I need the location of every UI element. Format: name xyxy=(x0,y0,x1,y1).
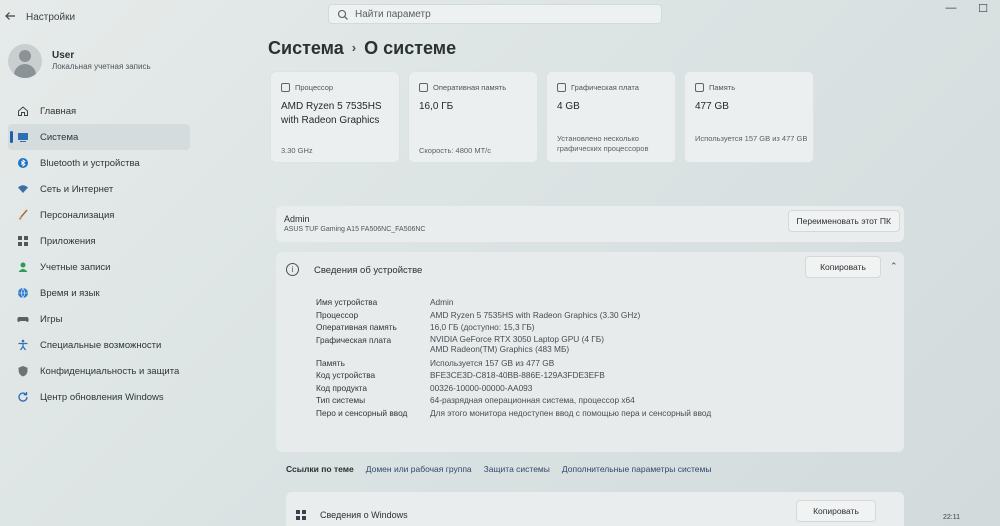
sidebar-item-time-language[interactable]: Время и язык xyxy=(8,280,190,306)
device-specs-panel: i Сведения об устройстве Копировать ⌃ Им… xyxy=(276,252,904,452)
user-account-type: Локальная учетная запись xyxy=(52,62,151,71)
related-links: Ссылки по теме Домен или рабочая группа … xyxy=(286,464,711,474)
device-specs-title: Сведения об устройстве xyxy=(314,265,423,276)
cpu-card: Процессор AMD Ryzen 5 7535HS with Radeon… xyxy=(270,71,400,163)
shield-icon xyxy=(16,364,30,378)
copy-device-specs-button[interactable]: Копировать xyxy=(805,256,881,278)
title-bar: Настройки Найти параметр — ☐ xyxy=(0,0,1000,30)
windows-specs-header[interactable]: Сведения о Windows Копировать xyxy=(286,492,904,526)
spec-row: Код продукта 00326-10000-00000-AA093 xyxy=(316,382,533,393)
sidebar-item-accessibility[interactable]: Специальные возможности xyxy=(8,332,190,358)
cpu-value: AMD Ryzen 5 7535HS with Radeon Graphics xyxy=(281,101,382,126)
user-name: User xyxy=(52,50,75,61)
back-arrow-icon[interactable] xyxy=(4,10,18,24)
pc-name-row: Admin ASUS TUF Gaming A15 FA506NC_FA506N… xyxy=(276,206,904,242)
window-controls: — ☐ xyxy=(944,2,990,15)
bluetooth-icon xyxy=(16,156,30,170)
pc-model: ASUS TUF Gaming A15 FA506NC_FA506NC xyxy=(284,226,426,233)
pc-name: Admin xyxy=(284,214,310,224)
link-system-protection[interactable]: Защита системы xyxy=(484,464,550,474)
accessibility-icon xyxy=(16,338,30,352)
spec-table: Имя устройства Admin Процессор AMD Ryzen… xyxy=(316,296,711,419)
wifi-icon xyxy=(16,182,30,196)
windows-specs-title: Сведения о Windows xyxy=(320,510,408,520)
sidebar-item-system[interactable]: Система xyxy=(8,124,190,150)
gpu-icon xyxy=(557,83,566,92)
globe-icon xyxy=(16,286,30,300)
person-icon xyxy=(16,260,30,274)
sidebar-item-home[interactable]: Главная xyxy=(8,98,190,124)
device-specs-header[interactable]: i Сведения об устройстве Копировать ⌃ xyxy=(276,252,904,286)
copy-windows-specs-button[interactable]: Копировать xyxy=(796,500,876,522)
settings-window: Настройки Найти параметр — ☐ User Локаль… xyxy=(0,0,1000,526)
storage-icon xyxy=(695,83,704,92)
ram-icon xyxy=(419,83,428,92)
gpu-note: Установлено несколько графических процес… xyxy=(557,134,649,153)
link-advanced-system-settings[interactable]: Дополнительные параметры системы xyxy=(562,464,712,474)
spec-row: Графическая плата NVIDIA GeForce RTX 305… xyxy=(316,333,604,354)
cpu-note: 3.30 GHz xyxy=(281,146,313,155)
sidebar-item-accounts[interactable]: Учетные записи xyxy=(8,254,190,280)
spec-row: Оперативная память 16,0 ГБ (доступно: 15… xyxy=(316,322,535,332)
cpu-icon xyxy=(281,83,290,92)
home-icon xyxy=(16,104,30,118)
spec-row: Перо и сенсорный ввод Для этого монитора… xyxy=(316,407,712,418)
related-links-label: Ссылки по теме xyxy=(286,464,354,474)
sidebar-item-network[interactable]: Сеть и Интернет xyxy=(8,176,190,202)
breadcrumb: Система › О системе xyxy=(268,38,456,59)
gamepad-icon xyxy=(16,312,30,326)
windows-logo-icon xyxy=(296,510,306,520)
ram-value: 16,0 ГБ xyxy=(419,101,454,112)
sidebar-item-personalization[interactable]: Персонализация xyxy=(8,202,190,228)
gpu-line-2: AMD Radeon(TM) Graphics (483 МБ) xyxy=(430,343,570,354)
link-domain-workgroup[interactable]: Домен или рабочая группа xyxy=(366,464,472,474)
spec-row: Тип системы 64-разрядная операционная си… xyxy=(316,395,635,405)
ram-card: Оперативная память 16,0 ГБ Скорость: 480… xyxy=(408,71,538,163)
search-placeholder: Найти параметр xyxy=(355,9,431,20)
taskbar-clock[interactable]: 22:11 xyxy=(943,514,960,521)
sidebar-item-gaming[interactable]: Игры xyxy=(8,306,190,332)
avatar xyxy=(8,44,42,78)
search-icon xyxy=(337,8,349,20)
minimize-icon[interactable]: — xyxy=(944,2,958,15)
breadcrumb-parent[interactable]: Система xyxy=(268,38,344,58)
system-icon xyxy=(16,130,30,144)
info-icon: i xyxy=(286,263,299,276)
sidebar-item-apps[interactable]: Приложения xyxy=(8,228,190,254)
sidebar-item-privacy[interactable]: Конфиденциальность и защита xyxy=(8,358,190,384)
sidebar-item-windows-update[interactable]: Центр обновления Windows xyxy=(8,384,190,410)
chevron-up-icon[interactable]: ⌃ xyxy=(890,261,898,272)
search-input[interactable]: Найти параметр xyxy=(328,4,662,24)
storage-value: 477 GB xyxy=(695,101,729,112)
gpu-value: 4 GB xyxy=(557,101,580,112)
summary-cards: Процессор AMD Ryzen 5 7535HS with Radeon… xyxy=(270,71,814,163)
maximize-icon[interactable]: ☐ xyxy=(976,2,990,15)
sidebar-item-bluetooth[interactable]: Bluetooth и устройства xyxy=(8,150,190,176)
brush-icon xyxy=(16,208,30,222)
chevron-right-icon: › xyxy=(351,40,357,55)
rename-pc-button[interactable]: Переименовать этот ПК xyxy=(787,210,900,232)
spec-row: Код устройства BFE3CE3D-C818-40BB-886E-1… xyxy=(316,370,605,380)
ram-note: Скорость: 4800 МТ/с xyxy=(419,146,491,155)
spec-row: Память Используется 157 GB из 477 GB xyxy=(316,357,555,368)
apps-icon xyxy=(16,234,30,248)
spec-row: Имя устройства Admin xyxy=(316,297,454,307)
app-title: Настройки xyxy=(26,12,76,23)
spec-row: Процессор AMD Ryzen 5 7535HS with Radeon… xyxy=(316,309,641,320)
gpu-line-1: NVIDIA GeForce RTX 3050 Laptop GPU (4 ГБ… xyxy=(430,333,604,344)
storage-card: Память 477 GB Используется 157 GB из 477… xyxy=(684,71,814,163)
gpu-card: Графическая плата 4 GB Установлено неско… xyxy=(546,71,676,163)
sidebar-nav: Главная Система Bluetooth и устройства С… xyxy=(8,98,190,410)
page-title: О системе xyxy=(364,38,457,58)
update-icon xyxy=(16,390,30,404)
storage-note: Используется 157 GB из 477 GB xyxy=(695,134,808,143)
